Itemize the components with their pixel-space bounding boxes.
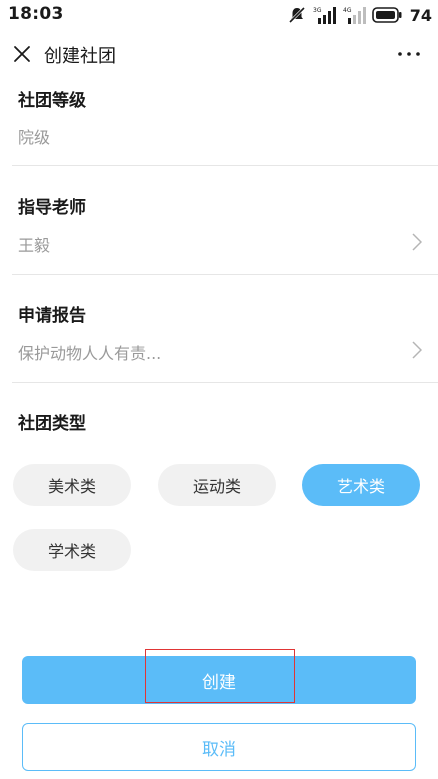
status-icons: 3G 4G 74: [288, 4, 432, 26]
chevron-right-icon[interactable]: [412, 341, 422, 359]
application-report-field[interactable]: 申请报告 保护动物人人有责...: [0, 275, 438, 383]
signal-4g-label: 4G: [343, 7, 352, 14]
status-time: 18:03: [8, 4, 64, 24]
type-chip-sports[interactable]: 运动类: [158, 464, 276, 506]
club-level-field: 社团等级 院级: [0, 78, 438, 166]
advisor-value[interactable]: 王毅: [18, 232, 50, 256]
battery-level: 74: [409, 5, 432, 25]
advisor-label: 指导老师: [18, 198, 86, 218]
club-level-value[interactable]: 院级: [18, 124, 50, 148]
application-report-label: 申请报告: [18, 306, 86, 326]
page-title: 创建社团: [44, 46, 116, 67]
advisor-field[interactable]: 指导老师 王毅: [0, 166, 438, 275]
notifications-muted-icon: [288, 6, 305, 24]
club-type-field: 社团类型: [0, 383, 438, 443]
battery-icon: [371, 7, 402, 23]
type-chip-arts[interactable]: 艺术类: [302, 464, 420, 506]
type-chip-academic[interactable]: 学术类: [13, 529, 131, 571]
club-level-label: 社团等级: [18, 91, 86, 111]
nav-bar: 创建社团: [0, 30, 438, 78]
more-options-icon[interactable]: [398, 52, 420, 56]
signal-4g-icon: 4G: [343, 7, 366, 24]
cancel-button[interactable]: 取消: [22, 723, 416, 771]
status-bar: 18:03 3G 4G 74: [0, 0, 438, 30]
signal-3g-icon: 3G: [313, 7, 336, 24]
application-report-value[interactable]: 保护动物人人有责...: [18, 340, 161, 364]
signal-3g-label: 3G: [313, 7, 322, 14]
chevron-right-icon[interactable]: [412, 233, 422, 251]
club-type-label: 社团类型: [18, 414, 86, 434]
create-button[interactable]: 创建: [22, 656, 416, 704]
type-chip-fine-arts[interactable]: 美术类: [13, 464, 131, 506]
close-icon[interactable]: [12, 44, 32, 64]
